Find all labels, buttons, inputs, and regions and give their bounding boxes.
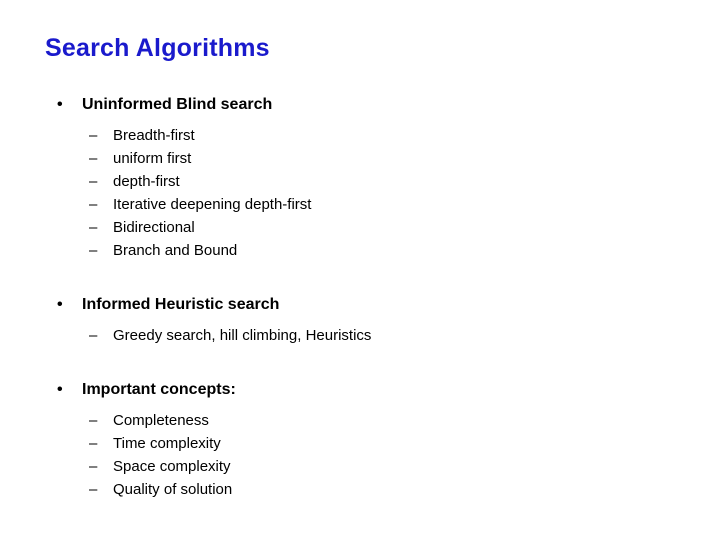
dash-bullet-icon: –	[89, 481, 98, 498]
list-item-label: Space complexity	[113, 458, 231, 475]
slide-body: • Uninformed Blind search – Breadth-firs…	[0, 92, 720, 501]
page-title: Search Algorithms	[45, 34, 270, 62]
list-item-label: Iterative deepening depth-first	[113, 196, 312, 213]
list-item-label: Branch and Bound	[113, 242, 238, 259]
dash-bullet-icon: –	[89, 327, 98, 344]
dash-bullet-icon: –	[89, 242, 98, 259]
dash-bullet-icon: –	[89, 196, 98, 213]
list-item: – Iterative deepening depth-first	[0, 193, 720, 216]
bullet-point-icon: •	[57, 96, 63, 113]
list-item: – Completeness	[0, 409, 720, 432]
dash-bullet-icon: –	[89, 173, 98, 190]
sub-bullet-list: – Completeness – Time complexity – Space…	[0, 409, 720, 501]
list-item-label: uniform first	[113, 150, 192, 167]
dash-bullet-icon: –	[89, 458, 98, 475]
presentation-slide: Search Algorithms • Uninformed Blind sea…	[0, 0, 720, 540]
bullet-heading-label: Uninformed Blind search	[82, 96, 273, 113]
bullet-heading-label: Important concepts:	[82, 381, 236, 398]
list-item-label: Completeness	[113, 412, 209, 429]
dash-bullet-icon: –	[89, 150, 98, 167]
list-item: – Branch and Bound	[0, 239, 720, 262]
bullet-group-concepts: • Important concepts: – Completeness – T…	[0, 377, 720, 501]
sub-bullet-list: – Greedy search, hill climbing, Heuristi…	[0, 324, 720, 347]
bullet-heading: • Important concepts:	[0, 377, 720, 403]
dash-bullet-icon: –	[89, 127, 98, 144]
list-item-label: Quality of solution	[113, 481, 233, 498]
list-item-label: Time complexity	[113, 435, 221, 452]
list-item-label: depth-first	[113, 173, 180, 190]
list-item: – Greedy search, hill climbing, Heuristi…	[0, 324, 720, 347]
bullet-heading: • Uninformed Blind search	[0, 92, 720, 118]
list-item-label: Greedy search, hill climbing, Heuristics	[113, 327, 372, 344]
bullet-group-uninformed: • Uninformed Blind search – Breadth-firs…	[0, 92, 720, 262]
dash-bullet-icon: –	[89, 412, 98, 429]
bullet-heading: • Informed Heuristic search	[0, 292, 720, 318]
list-item: – Breadth-first	[0, 124, 720, 147]
list-item: – Time complexity	[0, 432, 720, 455]
list-item: – Quality of solution	[0, 478, 720, 501]
list-item: – Bidirectional	[0, 216, 720, 239]
list-item: – Space complexity	[0, 455, 720, 478]
list-item: – uniform first	[0, 147, 720, 170]
dash-bullet-icon: –	[89, 435, 98, 452]
dash-bullet-icon: –	[89, 219, 98, 236]
list-item-label: Breadth-first	[113, 127, 195, 144]
sub-bullet-list: – Breadth-first – uniform first – depth-…	[0, 124, 720, 262]
bullet-group-informed: • Informed Heuristic search – Greedy sea…	[0, 292, 720, 347]
bullet-point-icon: •	[57, 296, 63, 313]
list-item-label: Bidirectional	[113, 219, 195, 236]
list-item: – depth-first	[0, 170, 720, 193]
bullet-point-icon: •	[57, 381, 63, 398]
bullet-heading-label: Informed Heuristic search	[82, 296, 280, 313]
